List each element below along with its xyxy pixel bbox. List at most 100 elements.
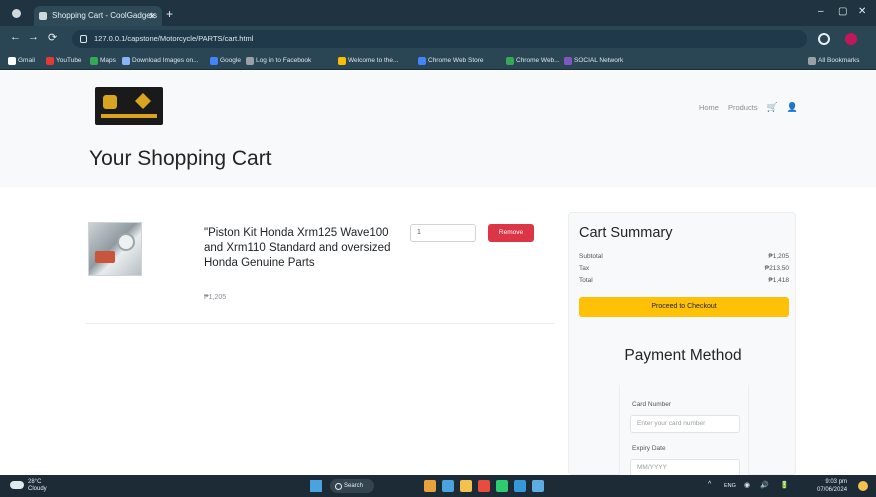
bookmarks-bar: Gmail YouTube Maps Download Images on...… <box>0 52 876 70</box>
bookmark-item[interactable]: SOCIAL Network <box>564 55 623 67</box>
page-title: Your Shopping Cart <box>89 147 272 170</box>
forward-icon[interactable]: → <box>28 31 39 43</box>
summary-value: ₱213.50 <box>764 265 789 272</box>
address-bar[interactable]: 127.0.0.1/capstone/Motorcycle/PARTS/cart… <box>72 30 807 48</box>
bookmark-favicon-icon <box>506 57 514 65</box>
new-tab-button[interactable]: + <box>166 7 173 21</box>
clock-date: 07/06/2024 <box>817 487 848 493</box>
bookmark-item[interactable]: Gmail <box>8 55 35 67</box>
payment-form: Card Number Enter your card number Expir… <box>619 385 749 476</box>
product-image <box>88 222 142 276</box>
tab-favicon-icon <box>39 12 47 20</box>
product-price: ₱1,205 <box>204 294 227 301</box>
summary-row: Total ₱1,418 <box>579 277 789 287</box>
bookmark-item[interactable]: YouTube <box>46 55 82 67</box>
taskbar-app-icon[interactable] <box>460 480 472 492</box>
back-icon[interactable]: ← <box>10 31 21 43</box>
tab-close-icon[interactable]: ✕ <box>148 6 156 26</box>
nav-link-products[interactable]: Products <box>728 103 758 112</box>
volume-icon[interactable]: 🔊 <box>760 481 769 489</box>
user-icon[interactable]: 👤 <box>787 102 798 113</box>
taskbar-app-icon[interactable] <box>532 480 544 492</box>
summary-label: Subtotal <box>579 253 603 260</box>
proceed-to-checkout-button[interactable]: Proceed to Checkout <box>579 297 789 317</box>
language-indicator[interactable]: ENG <box>724 483 736 489</box>
bookmark-item[interactable]: Chrome Web... <box>506 55 560 67</box>
payment-method-title: Payment Method <box>624 347 742 364</box>
quantity-input[interactable]: 1 <box>410 224 476 242</box>
bookmark-item[interactable]: Maps <box>90 55 116 67</box>
battery-icon[interactable]: 🔋 <box>780 481 789 489</box>
summary-label: Total <box>579 277 593 284</box>
account-avatar-icon[interactable] <box>845 33 857 45</box>
cloud-icon <box>10 481 24 489</box>
logo-emblem-icon <box>103 95 117 109</box>
bookmark-favicon-icon <box>90 57 98 65</box>
bookmark-favicon-icon <box>246 57 254 65</box>
remove-button[interactable]: Remove <box>488 224 534 242</box>
nav-link-home[interactable]: Home <box>699 103 719 112</box>
cart-icon[interactable]: 🛒 <box>767 102 778 113</box>
main-nav: Home Products 🛒 👤 <box>699 102 798 113</box>
windows-start-icon[interactable] <box>310 480 322 492</box>
bookmark-favicon-icon <box>418 57 426 65</box>
bookmark-favicon-icon <box>210 57 218 65</box>
browser-tab-active[interactable]: Shopping Cart - CoolGadgets ✕ <box>34 6 162 26</box>
summary-label: Tax <box>579 265 590 272</box>
summary-title: Cart Summary <box>579 225 673 241</box>
summary-value: ₱1,418 <box>768 277 789 284</box>
extensions-icon[interactable] <box>818 33 830 45</box>
profile-icon[interactable] <box>12 9 21 18</box>
taskbar-app-icon[interactable] <box>478 480 490 492</box>
cart-item: "Piston Kit Honda Xrm125 Wave100 and Xrm… <box>86 214 554 324</box>
close-window-button[interactable]: ✕ <box>858 6 866 17</box>
folder-icon <box>808 57 816 65</box>
bookmark-item[interactable]: Download Images on... <box>122 55 198 67</box>
notifications-icon[interactable] <box>858 481 868 491</box>
card-number-input[interactable]: Enter your card number <box>630 415 740 433</box>
browser-tab-strip: Shopping Cart - CoolGadgets ✕ + – ▢ ✕ <box>0 0 876 26</box>
address-text: 127.0.0.1/capstone/Motorcycle/PARTS/cart… <box>94 34 254 43</box>
logo-emblem-icon <box>135 93 151 109</box>
product-image-part <box>95 251 115 263</box>
product-image-part <box>117 233 135 251</box>
product-name: "Piston Kit Honda Xrm125 Wave100 and Xrm… <box>204 227 391 269</box>
all-bookmarks-button[interactable]: All Bookmarks <box>808 55 860 67</box>
summary-row: Subtotal ₱1,205 <box>579 253 789 263</box>
summary-row: Tax ₱213.50 <box>579 265 789 275</box>
taskbar-app-icon[interactable] <box>424 480 436 492</box>
page-header: Home Products 🛒 👤 Your Shopping Cart <box>0 71 876 187</box>
bookmark-favicon-icon <box>564 57 572 65</box>
taskbar-search[interactable]: Search <box>330 479 374 493</box>
bookmark-favicon-icon <box>8 57 16 65</box>
bookmark-item[interactable]: Welcome to the... <box>338 55 398 67</box>
weather-text: 28°C Cloudy <box>28 479 47 492</box>
taskbar-app-icon[interactable] <box>514 480 526 492</box>
clock-time: 9:03 pm <box>825 479 848 485</box>
tab-title: Shopping Cart - CoolGadgets <box>52 11 157 20</box>
system-clock[interactable]: 9:03 pm 07/06/2024 <box>817 478 847 494</box>
wifi-icon[interactable]: ◉ <box>744 481 750 489</box>
bookmark-item[interactable]: Log in to Facebook <box>246 55 311 67</box>
os-taskbar: 28°C Cloudy Search ^ ENG ◉ 🔊 🔋 9:03 pm 07… <box>0 475 876 497</box>
taskbar-app-icon[interactable] <box>496 480 508 492</box>
expiry-date-input[interactable]: MM/YYYY <box>630 459 740 476</box>
browser-toolbar: ← → ⟳ 127.0.0.1/capstone/Motorcycle/PART… <box>0 26 876 52</box>
store-logo[interactable] <box>95 87 163 125</box>
card-number-label: Card Number <box>632 401 672 408</box>
expiry-date-label: Expiry Date <box>632 445 666 452</box>
summary-value: ₱1,205 <box>768 253 789 260</box>
tray-overflow-icon[interactable]: ^ <box>708 481 711 488</box>
bookmark-item[interactable]: Chrome Web Store <box>418 55 484 67</box>
bookmark-favicon-icon <box>46 57 54 65</box>
maximize-button[interactable]: ▢ <box>838 6 847 17</box>
taskbar-app-icon[interactable] <box>442 480 454 492</box>
lock-icon <box>80 35 87 43</box>
bookmark-favicon-icon <box>338 57 346 65</box>
bookmark-item[interactable]: Google <box>210 55 241 67</box>
page-content: Home Products 🛒 👤 Your Shopping Cart "Pi… <box>0 71 876 476</box>
cart-summary: Cart Summary Subtotal ₱1,205 Tax ₱213.50… <box>568 212 796 476</box>
minimize-button[interactable]: – <box>818 6 824 17</box>
bookmark-favicon-icon <box>122 57 130 65</box>
reload-icon[interactable]: ⟳ <box>48 31 57 44</box>
